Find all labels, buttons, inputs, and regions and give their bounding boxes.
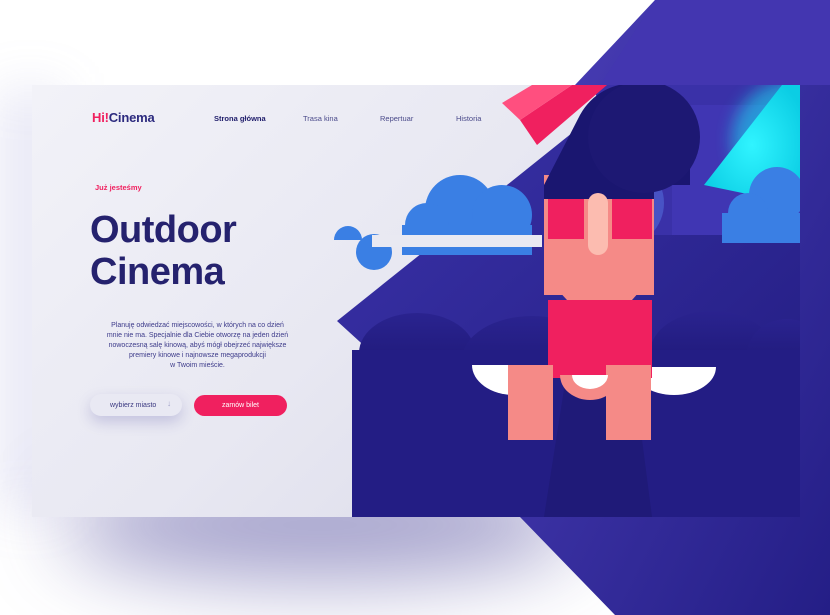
hero-card: Hi!Cinema Strona główna Trasa kina Reper… bbox=[32, 85, 800, 517]
hero-eyebrow: Już jesteśmy bbox=[95, 183, 142, 192]
nav-link-strona-glowna[interactable]: Strona główna bbox=[214, 114, 266, 123]
arrow-down-icon: ↓ bbox=[167, 399, 171, 408]
order-ticket-label: zamów bilet bbox=[222, 402, 259, 409]
hero-description: Planuję odwiedzać miejscowości, w któryc… bbox=[90, 321, 305, 371]
hero-title: Outdoor Cinema bbox=[90, 209, 237, 293]
description-line: nowoczesną salę kinową, abyś mógł obejrz… bbox=[108, 342, 287, 349]
hero-title-line-2: Cinema bbox=[90, 251, 225, 293]
hero-title-line-1: Outdoor bbox=[90, 209, 237, 251]
choose-city-label: wybierz miasto bbox=[110, 401, 157, 409]
description-line: premiery kinowe i najnowsze megaprodukcj… bbox=[129, 352, 266, 359]
logo-name: Cinema bbox=[108, 110, 155, 125]
description-line: mnie nie ma. Specjalnie dla Ciebie otwor… bbox=[106, 332, 289, 339]
logo-prefix: Hi! bbox=[92, 110, 109, 125]
order-ticket-button[interactable]: zamów bilet bbox=[194, 395, 287, 416]
nav-link-repertuar[interactable]: Repertuar bbox=[380, 114, 413, 123]
choose-city-button[interactable]: wybierz miasto ↓ bbox=[90, 394, 182, 416]
description-line: Planuję odwiedzać miejscowości, w któryc… bbox=[111, 322, 284, 329]
description-line: w Twoim mieście. bbox=[170, 362, 225, 369]
logo[interactable]: Hi!Cinema bbox=[92, 110, 155, 125]
nav-link-historia[interactable]: Historia bbox=[456, 114, 481, 123]
nav-link-trasa-kina[interactable]: Trasa kina bbox=[303, 114, 338, 123]
cinema-illustration bbox=[334, 85, 800, 517]
